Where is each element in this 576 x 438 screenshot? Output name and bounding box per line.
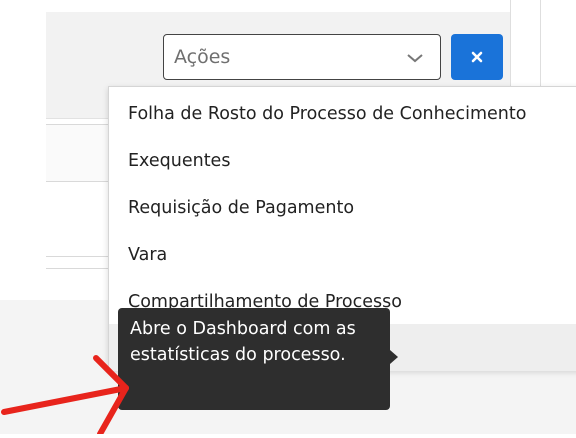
close-icon — [471, 48, 483, 67]
table-row — [46, 124, 110, 182]
actions-select[interactable]: Ações — [163, 34, 441, 80]
menu-item-folha-de-rosto[interactable]: Folha de Rosto do Processo de Conhecimen… — [109, 90, 576, 137]
red-arrow-icon — [0, 350, 140, 438]
tooltip: Abre o Dashboard com as estatísticas do … — [118, 308, 390, 410]
divider — [46, 268, 110, 269]
tooltip-text: Abre o Dashboard com as estatísticas do … — [130, 319, 356, 365]
clear-button[interactable] — [451, 34, 503, 80]
divider — [46, 256, 110, 257]
menu-item-vara[interactable]: Vara — [109, 231, 576, 278]
actions-select-label: Ações — [174, 46, 231, 68]
tooltip-arrow — [390, 350, 398, 364]
page: Ações Folha de Rosto do Processo de Conh… — [0, 0, 576, 437]
menu-item-requisicao-pagamento[interactable]: Requisição de Pagamento — [109, 184, 576, 231]
chevron-down-icon — [406, 49, 424, 68]
menu-item-exequentes[interactable]: Exequentes — [109, 137, 576, 184]
